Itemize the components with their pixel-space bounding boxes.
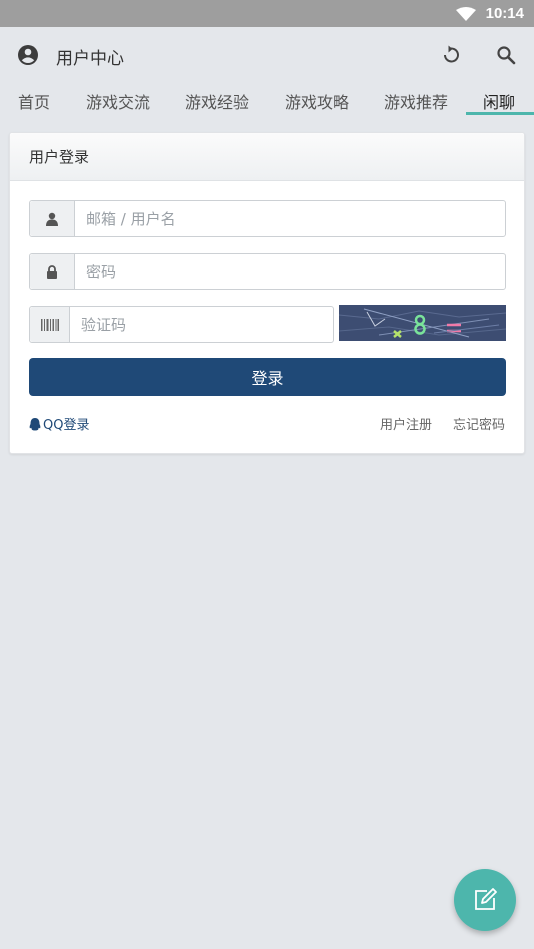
register-link[interactable]: 用户注册: [380, 414, 432, 433]
lock-icon: [47, 264, 57, 279]
captcha-image[interactable]: [339, 305, 506, 341]
captcha-noise-graphic: [339, 305, 506, 341]
login-button[interactable]: 登录: [29, 358, 506, 396]
tab-game-guides[interactable]: 游戏攻略: [285, 89, 349, 113]
search-icon[interactable]: [494, 43, 518, 67]
status-time: 10:14: [485, 5, 524, 22]
refresh-icon[interactable]: [439, 43, 463, 67]
wifi-icon: [456, 7, 476, 21]
qq-login-link[interactable]: QQ登录: [29, 414, 89, 433]
compose-fab[interactable]: [454, 869, 516, 931]
barcode-icon: [40, 318, 59, 331]
login-card-header: 用户登录: [10, 133, 524, 181]
password-field: [29, 253, 506, 290]
tab-home[interactable]: 首页: [18, 89, 50, 113]
captcha-input[interactable]: [81, 307, 329, 342]
page-title: 用户中心: [56, 49, 124, 69]
captcha-field: [29, 306, 334, 343]
tab-game-recommend[interactable]: 游戏推荐: [384, 89, 448, 113]
status-bar: 10:14: [0, 0, 534, 27]
app-bar: 用户中心: [0, 27, 534, 83]
qq-penguin-icon: [29, 418, 41, 431]
account-circle-icon[interactable]: [16, 43, 40, 67]
username-field: [29, 200, 506, 237]
tab-game-experience[interactable]: 游戏经验: [185, 89, 249, 113]
login-card: 用户登录: [9, 132, 525, 454]
login-card-title: 用户登录: [29, 148, 90, 166]
category-tabs: 首页 游戏交流 游戏经验 游戏攻略 游戏推荐 闲聊: [0, 83, 534, 117]
password-input[interactable]: [86, 254, 496, 289]
captcha-addon: [30, 307, 70, 342]
edit-icon: [475, 888, 497, 910]
username-addon: [30, 201, 75, 236]
active-tab-indicator: [466, 112, 534, 115]
tab-game-discussion[interactable]: 游戏交流: [86, 89, 150, 113]
tab-chat[interactable]: 闲聊: [483, 89, 515, 113]
forgot-password-link[interactable]: 忘记密码: [453, 414, 505, 433]
qq-login-label: QQ登录: [43, 418, 90, 433]
password-addon: [30, 254, 75, 289]
user-icon: [46, 212, 58, 226]
username-input[interactable]: [86, 201, 496, 236]
